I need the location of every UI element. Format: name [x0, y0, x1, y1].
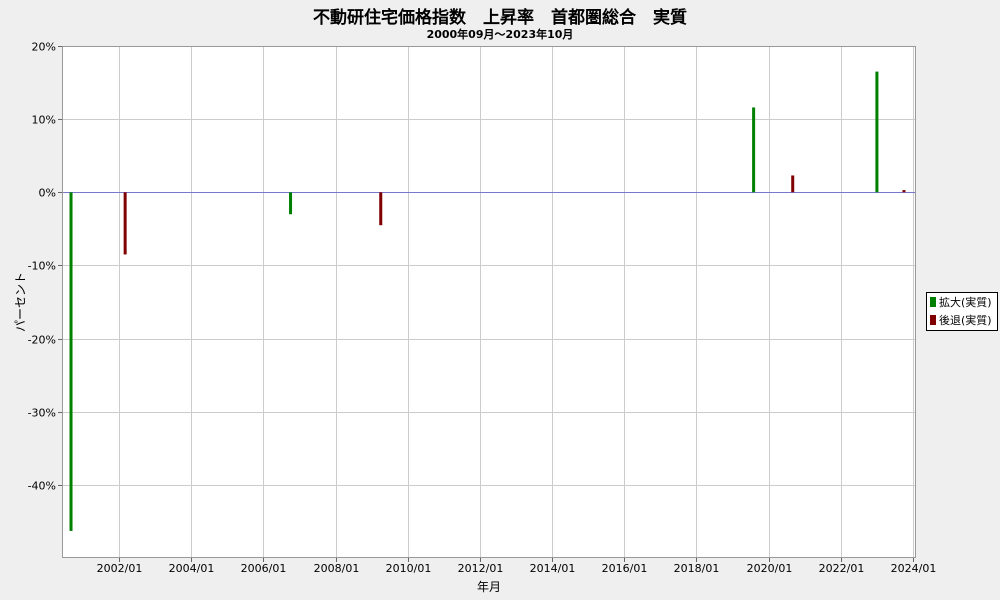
y-tick-label: -30% [28, 407, 56, 420]
x-axis-ticks: 2002/01 2004/01 2006/01 2008/01 2010/01 2012/… [97, 558, 937, 575]
legend-label-expansion: 拡大(実質) [939, 296, 992, 309]
x-tick-label: 2004/01 [169, 562, 215, 575]
x-axis-label: 年月 [476, 580, 502, 594]
bar-recession [379, 192, 383, 226]
y-tick-label: -40% [28, 480, 56, 493]
y-tick-label: 0% [39, 187, 56, 200]
x-tick-label: 2010/01 [386, 562, 432, 575]
bar-expansion [69, 192, 73, 531]
bar-recession [123, 192, 127, 255]
x-tick-label: 2006/01 [241, 562, 287, 575]
legend-swatch-expansion [930, 297, 936, 307]
x-tick-label: 2002/01 [97, 562, 143, 575]
legend-label-recession: 後退(実質) [939, 314, 992, 327]
y-tick-label: -20% [28, 334, 56, 347]
legend: 拡大(実質) 後退(実質) [926, 292, 998, 331]
x-tick-label: 2022/01 [819, 562, 865, 575]
x-tick-label: 2020/01 [747, 562, 793, 575]
legend-swatch-recession [930, 315, 936, 325]
plot-area [62, 46, 916, 558]
x-tick-label: 2012/01 [458, 562, 504, 575]
bar-chart: 20%10%0%-10%-20%-30%-40% 2002/01 2004/01 2… [28, 41, 937, 576]
x-tick-label: 2008/01 [314, 562, 360, 575]
bar-expansion [289, 192, 293, 215]
y-axis-ticks: 20% 10% 0% -10% -20% -30% -40% [28, 41, 62, 493]
bar-recession [791, 175, 795, 193]
x-tick-label: 2024/01 [891, 562, 937, 575]
y-tick-label: 10% [32, 114, 56, 127]
bar-recession [902, 190, 906, 193]
legend-item-expansion: 拡大(実質) [930, 295, 992, 311]
bar-expansion [752, 107, 756, 193]
y-tick-label: 20% [32, 41, 56, 54]
bar-expansion [875, 71, 879, 193]
legend-item-recession: 後退(実質) [930, 313, 992, 329]
x-tick-label: 2014/01 [530, 562, 576, 575]
x-tick-label: 2018/01 [674, 562, 720, 575]
x-tick-label: 2016/01 [602, 562, 648, 575]
y-tick-label: -10% [28, 260, 56, 273]
y-axis-label: パーセント [13, 271, 28, 333]
